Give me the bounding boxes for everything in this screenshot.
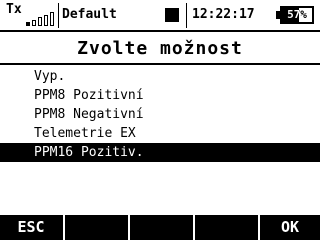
- status-divider: [186, 3, 187, 28]
- stop-square-icon: [165, 8, 179, 22]
- option-list: Vyp. PPM8 Pozitivní PPM8 Negativní Telemetr…: [0, 67, 320, 162]
- softkey-bar: ESC OK: [0, 215, 320, 240]
- softkey-3[interactable]: [130, 215, 192, 240]
- option-item[interactable]: PPM8 Negativní: [0, 105, 320, 124]
- option-item[interactable]: PPM16 Pozitiv.: [0, 143, 320, 162]
- tx-label: Tx: [6, 2, 22, 17]
- model-name: Default: [62, 7, 117, 22]
- signal-bar: [32, 19, 36, 26]
- ok-button[interactable]: OK: [260, 215, 320, 240]
- softkey-2[interactable]: [65, 215, 127, 240]
- title-divider: [0, 63, 320, 65]
- esc-button[interactable]: ESC: [0, 215, 62, 240]
- signal-bars: [26, 12, 56, 26]
- battery-icon: 57%: [280, 6, 314, 24]
- page-title: Zvolte možnost: [77, 38, 243, 59]
- status-divider: [58, 3, 59, 28]
- signal-bar: [44, 14, 48, 26]
- clock: 12:22:17: [192, 7, 255, 22]
- option-item[interactable]: PPM8 Pozitivní: [0, 86, 320, 105]
- signal-bar: [50, 12, 54, 26]
- signal-bar: [26, 22, 30, 26]
- signal-indicator: Tx: [6, 2, 58, 26]
- option-item[interactable]: Vyp.: [0, 67, 320, 86]
- softkey-4[interactable]: [195, 215, 257, 240]
- battery-percent: 57%: [287, 8, 307, 21]
- signal-bar: [38, 17, 42, 26]
- header-divider: [0, 30, 320, 32]
- option-item[interactable]: Telemetrie EX: [0, 124, 320, 143]
- status-bar: Tx Default 12:22:17 57%: [0, 0, 320, 30]
